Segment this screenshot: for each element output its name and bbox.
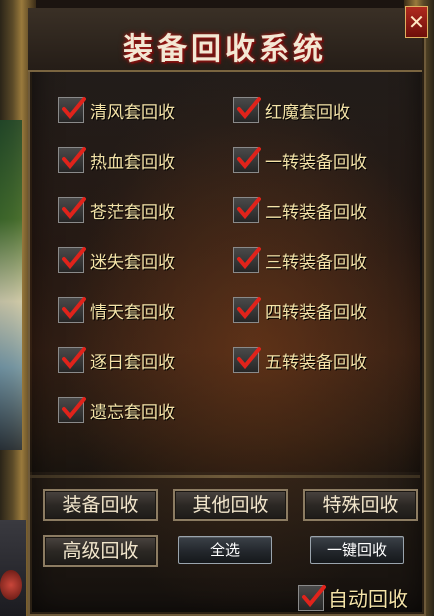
equip-recycle-button[interactable]: 装备回收: [43, 489, 158, 521]
checkbox[interactable]: [58, 247, 86, 273]
divider: [30, 475, 420, 478]
check-icon: [62, 197, 86, 220]
option-sanzhuan[interactable]: 三转装备回收: [233, 245, 367, 275]
checkbox[interactable]: [58, 297, 86, 323]
option-label: 二转装备回收: [265, 202, 367, 223]
checkbox[interactable]: [58, 197, 86, 223]
checkbox[interactable]: [58, 397, 86, 423]
other-recycle-button[interactable]: 其他回收: [173, 489, 288, 521]
option-label: 逐日套回收: [90, 352, 175, 373]
option-label: 热血套回收: [90, 152, 175, 173]
checkbox[interactable]: [233, 347, 261, 373]
checkbox[interactable]: [233, 197, 261, 223]
close-button[interactable]: ✕: [405, 6, 428, 38]
option-hongmo[interactable]: 红魔套回收: [233, 95, 350, 125]
special-recycle-button[interactable]: 特殊回收: [303, 489, 418, 521]
option-label: 一转装备回收: [265, 152, 367, 173]
option-label: 遗忘套回收: [90, 402, 175, 423]
option-wuzhuan[interactable]: 五转装备回收: [233, 345, 367, 375]
check-icon: [62, 347, 86, 370]
window-title: 装备回收系统: [123, 32, 327, 67]
option-mishi[interactable]: 迷失套回收: [58, 245, 175, 275]
checkbox[interactable]: [233, 297, 261, 323]
checkbox[interactable]: [58, 347, 86, 373]
title-bar: 装备回收系统: [28, 8, 422, 72]
checkbox[interactable]: [58, 147, 86, 173]
option-qingtian[interactable]: 情天套回收: [58, 295, 175, 325]
option-qingfeng[interactable]: 清风套回收: [58, 95, 175, 125]
option-erzhuan[interactable]: 二转装备回收: [233, 195, 367, 225]
checkbox[interactable]: [233, 147, 261, 173]
check-icon: [237, 347, 261, 370]
check-icon: [62, 397, 86, 420]
advanced-recycle-button[interactable]: 高级回收: [43, 535, 158, 567]
checkbox[interactable]: [233, 247, 261, 273]
check-icon: [237, 97, 261, 120]
side-panel-edge: [0, 520, 26, 616]
check-icon: [62, 97, 86, 120]
option-label: 红魔套回收: [265, 102, 350, 123]
option-label: 四转装备回收: [265, 302, 367, 323]
check-icon: [237, 147, 261, 170]
option-label: 苍茫套回收: [90, 202, 175, 223]
background-scenery: [0, 120, 22, 450]
option-label: 五转装备回收: [265, 352, 367, 373]
auto-recycle-checkbox[interactable]: [298, 584, 326, 611]
one-key-recycle-button[interactable]: 一键回收: [310, 536, 404, 564]
option-label: 情天套回收: [90, 302, 175, 323]
option-rexue[interactable]: 热血套回收: [58, 145, 175, 175]
shop-badge-icon[interactable]: [0, 570, 22, 600]
option-yiwang[interactable]: 遗忘套回收: [58, 395, 175, 425]
option-label: 清风套回收: [90, 102, 175, 123]
check-icon: [62, 247, 86, 270]
auto-recycle-option[interactable]: 自动回收: [298, 583, 408, 612]
option-cangmang[interactable]: 苍茫套回收: [58, 195, 175, 225]
checkbox[interactable]: [233, 97, 261, 123]
option-sizhuan[interactable]: 四转装备回收: [233, 295, 367, 325]
option-zhuri[interactable]: 逐日套回收: [58, 345, 175, 375]
check-icon: [237, 247, 261, 270]
checkbox[interactable]: [58, 97, 86, 123]
check-icon: [237, 197, 261, 220]
close-icon: ✕: [408, 10, 425, 34]
select-all-button[interactable]: 全选: [178, 536, 272, 564]
option-label: 迷失套回收: [90, 252, 175, 273]
check-icon: [62, 147, 86, 170]
check-icon: [302, 584, 326, 607]
check-icon: [237, 297, 261, 320]
check-icon: [62, 297, 86, 320]
auto-recycle-label: 自动回收: [328, 587, 408, 611]
option-yizhuan[interactable]: 一转装备回收: [233, 145, 367, 175]
option-label: 三转装备回收: [265, 252, 367, 273]
